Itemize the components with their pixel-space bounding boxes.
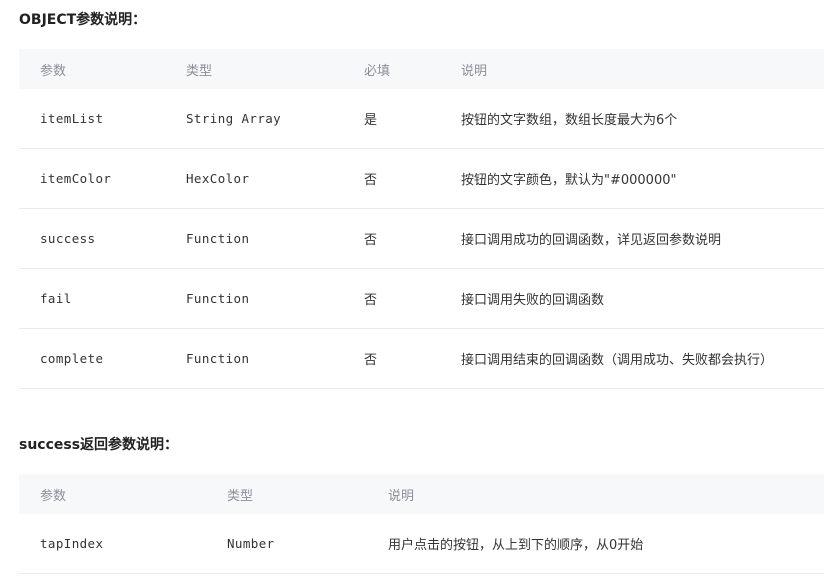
param-required: 否 bbox=[364, 353, 378, 368]
header-type: 类型 bbox=[227, 488, 254, 504]
object-params-title: OBJECT参数说明： bbox=[19, 12, 147, 28]
header-description: 说明 bbox=[388, 488, 415, 504]
param-name: tapIndex bbox=[40, 536, 104, 551]
param-description: 接口调用失败的回调函数 bbox=[461, 293, 605, 308]
param-required: 是 bbox=[364, 113, 378, 128]
param-name: success bbox=[40, 231, 96, 246]
param-required: 否 bbox=[364, 233, 378, 248]
table-row: fail Function 否 接口调用失败的回调函数 bbox=[19, 269, 824, 329]
param-description: 接口调用成功的回调函数，详见返回参数说明 bbox=[461, 233, 722, 248]
param-type: Function bbox=[186, 351, 250, 366]
success-params-table: 参数 类型 说明 tapIndex Number 用户点击的按钮，从上到下的顺序… bbox=[19, 474, 824, 574]
success-params-title: success返回参数说明： bbox=[19, 437, 179, 453]
param-type: Function bbox=[186, 231, 250, 246]
table-header-row: 参数 类型 必填 说明 bbox=[19, 49, 824, 89]
header-required: 必填 bbox=[364, 63, 391, 79]
header-description: 说明 bbox=[461, 63, 488, 79]
table-header-row: 参数 类型 说明 bbox=[19, 474, 824, 514]
param-name: itemList bbox=[40, 111, 104, 126]
table-row: itemList String Array 是 按钮的文字数组，数组长度最大为6… bbox=[19, 89, 824, 149]
param-description: 按钮的文字数组，数组长度最大为6个 bbox=[461, 113, 678, 128]
param-type: Function bbox=[186, 291, 250, 306]
header-type: 类型 bbox=[186, 63, 213, 79]
table-row: success Function 否 接口调用成功的回调函数，详见返回参数说明 bbox=[19, 209, 824, 269]
table-row: itemColor HexColor 否 按钮的文字颜色，默认为"#000000… bbox=[19, 149, 824, 209]
table-row: tapIndex Number 用户点击的按钮，从上到下的顺序，从0开始 bbox=[19, 514, 824, 574]
param-name: complete bbox=[40, 351, 104, 366]
header-param: 参数 bbox=[40, 488, 67, 504]
param-name: fail bbox=[40, 291, 72, 306]
param-required: 否 bbox=[364, 293, 378, 308]
header-param: 参数 bbox=[40, 63, 67, 79]
param-type: String Array bbox=[186, 111, 282, 126]
param-type: HexColor bbox=[186, 171, 250, 186]
param-description: 按钮的文字颜色，默认为"#000000" bbox=[461, 173, 677, 188]
param-name: itemColor bbox=[40, 171, 112, 186]
param-required: 否 bbox=[364, 173, 378, 188]
param-description: 用户点击的按钮，从上到下的顺序，从0开始 bbox=[388, 538, 644, 553]
param-description: 接口调用结束的回调函数（调用成功、失败都会执行） bbox=[461, 353, 774, 368]
table-row: complete Function 否 接口调用结束的回调函数（调用成功、失败都… bbox=[19, 329, 824, 389]
param-type: Number bbox=[227, 536, 275, 551]
object-params-table: 参数 类型 必填 说明 itemList String Array 是 按钮的文… bbox=[19, 49, 824, 389]
